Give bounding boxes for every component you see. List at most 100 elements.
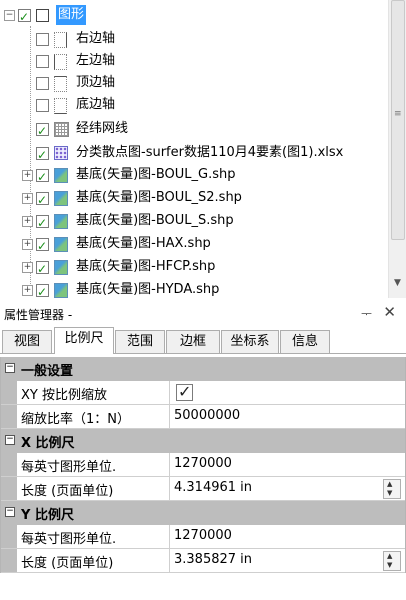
item-checkbox[interactable] [36,99,49,112]
property-name: 长度 (页面单位) [21,556,114,571]
spin-down-icon[interactable]: ▼ [387,489,392,497]
tab-info[interactable]: 信息 [280,330,330,353]
x-length-field[interactable]: 4.314961 in [174,480,252,495]
expand-icon[interactable]: + [22,239,33,250]
column-divider [169,453,170,476]
expand-icon[interactable]: + [22,193,33,204]
property-grid: − 一般设置 XY 按比例缩放 缩放比率（1：N） 50000000 − X 比… [0,357,406,573]
tree-item-label: 基底(矢量)图-HFCP.shp [76,259,216,274]
axis-right-icon [54,32,67,48]
collapse-icon[interactable]: − [5,435,15,445]
pin-icon[interactable]: ᅮ [361,305,372,322]
collapse-icon[interactable]: − [5,363,15,373]
tab-view[interactable]: 视图 [2,330,52,353]
tree-item-label: 底边轴 [76,97,116,112]
tree-item-label: 分类散点图-surfer数据110月4要素(图1).xlsx [76,145,344,160]
item-checkbox[interactable] [36,77,49,90]
tree-item-label: 基底(矢量)图-BOUL_G.shp [76,167,236,182]
row-gutter [1,549,17,572]
xy-proportional-checkbox[interactable] [176,382,193,401]
tree-root-label[interactable]: 图形 [56,5,87,25]
basemap-icon [54,191,68,206]
property-name: 每英寸图形单位. [21,460,117,475]
collapse-icon[interactable]: − [4,10,15,21]
spin-up-icon[interactable]: ▲ [387,480,392,488]
tab-limits[interactable]: 范围 [115,330,165,353]
property-row: 长度 (页面单位) 4.314961 in ▲ ▼ [1,477,405,501]
expand-icon[interactable]: + [22,285,33,296]
tree-item[interactable]: 右边轴 [0,28,390,50]
panel-title: 属性管理器 - [4,308,73,322]
scroll-down-icon[interactable]: ▼ [389,278,406,292]
axis-top-icon [54,76,67,92]
section-general[interactable]: − 一般设置 [1,357,405,381]
collapse-icon[interactable]: − [5,507,15,517]
x-length-spinner[interactable]: ▲ ▼ [383,479,401,499]
tree-item-label: 经纬网线 [76,121,129,136]
scrollbar-thumb[interactable]: ≡ [391,0,405,240]
section-y-scale[interactable]: − Y 比例尺 [1,501,405,525]
tree-item-label: 顶边轴 [76,75,116,90]
tree-item[interactable]: 底边轴 [0,94,390,116]
y-length-spinner[interactable]: ▲ ▼ [383,551,401,571]
tree-item[interactable]: 左边轴 [0,50,390,72]
item-checkbox[interactable] [36,212,49,234]
row-gutter [1,405,17,428]
section-label: Y 比例尺 [21,508,74,523]
tab-scale[interactable]: 比例尺 [54,327,114,354]
tab-frame[interactable]: 边框 [166,330,220,353]
x-map-units-field[interactable]: 1270000 [174,456,232,471]
property-row: 每英寸图形单位. 1270000 [1,453,405,477]
scale-ratio-field[interactable]: 50000000 [174,408,240,423]
basemap-icon [54,260,68,275]
root-checkbox[interactable] [18,6,31,28]
spin-down-icon[interactable]: ▼ [387,561,392,569]
column-divider [169,549,170,572]
item-checkbox[interactable] [36,235,49,257]
graphic-icon [36,9,49,22]
graticule-icon [54,122,69,137]
tree-item-label: 基底(矢量)图-BOUL_S.shp [76,213,234,228]
property-name: 长度 (页面单位) [21,484,114,499]
tree-item[interactable]: + 基底(矢量)图-BOUL_S.shp [0,210,390,234]
close-icon[interactable]: ✕ [383,303,396,321]
column-divider [169,381,170,404]
expand-icon[interactable]: + [22,262,33,273]
tree-item[interactable]: + 基底(矢量)图-HYDA.shp [0,279,390,298]
object-manager-tree: − 图形 右边轴 左边轴 顶边轴 底边轴 经纬网线 分类散点图-surfer数据… [0,0,406,298]
row-gutter [1,453,17,476]
tree-item[interactable]: + 基底(矢量)图-BOUL_S2.shp [0,187,390,211]
row-gutter [1,477,17,500]
tree-root-row[interactable]: − 图形 [0,4,390,28]
axis-bottom-icon [54,98,67,114]
item-checkbox[interactable] [36,120,49,142]
tree-scrollbar[interactable]: ≡ ▼ [388,0,406,298]
tree-item[interactable]: 经纬网线 [0,118,390,142]
grip-icon: ≡ [394,109,402,119]
tree-item[interactable]: + 基底(矢量)图-HFCP.shp [0,256,390,280]
spin-up-icon[interactable]: ▲ [387,552,392,560]
item-checkbox[interactable] [36,258,49,280]
tree-item[interactable]: + 基底(矢量)图-HAX.shp [0,233,390,257]
tree-item[interactable]: 顶边轴 [0,72,390,94]
basemap-icon [54,237,68,252]
property-row: 缩放比率（1：N） 50000000 [1,405,405,429]
item-checkbox[interactable] [36,55,49,68]
expand-icon[interactable]: + [22,216,33,227]
item-checkbox[interactable] [36,281,49,298]
section-x-scale[interactable]: − X 比例尺 [1,429,405,453]
property-manager-titlebar: 属性管理器 - ᅮ ✕ [0,303,406,325]
item-checkbox[interactable] [36,144,49,166]
item-checkbox[interactable] [36,166,49,188]
item-checkbox[interactable] [36,189,49,211]
tree-item[interactable]: + 基底(矢量)图-BOUL_G.shp [0,164,390,188]
tab-coordinate-system[interactable]: 坐标系 [221,330,279,353]
y-map-units-field[interactable]: 1270000 [174,528,232,543]
axis-left-icon [54,54,67,70]
y-length-field[interactable]: 3.385827 in [174,552,252,567]
tree-item[interactable]: 分类散点图-surfer数据110月4要素(图1).xlsx [0,142,390,166]
column-divider [169,477,170,500]
expand-icon[interactable]: + [22,170,33,181]
scatter-icon [54,146,68,160]
item-checkbox[interactable] [36,33,49,46]
